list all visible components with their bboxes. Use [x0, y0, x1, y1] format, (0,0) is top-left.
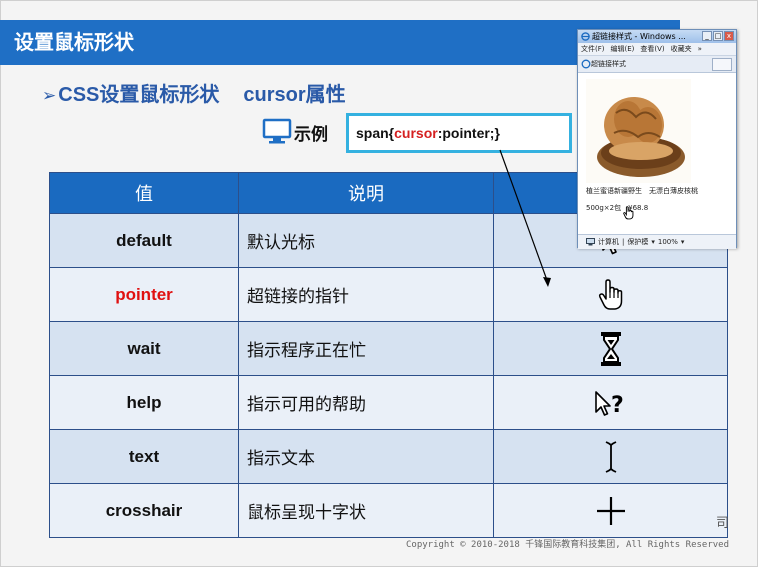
cursor-value: pointer — [49, 267, 239, 322]
subtitle-property: cursor属性 — [243, 84, 346, 106]
browser-statusbar: 计算机 | 保护模 ▾ 100% ▾ — [578, 234, 736, 249]
cursor-value: default — [49, 213, 239, 268]
table-row: wait 指示程序正在忙 — [49, 321, 728, 376]
status-dropdown[interactable]: ▾ — [651, 238, 655, 246]
product-name-link[interactable]: 植兰蜜语新疆野生 无漂白薄皮核桃 — [586, 186, 698, 196]
footer-copyright: Copyright © 2010-2018 千锋国际教育科技集团, All Ri… — [406, 540, 729, 550]
menu-view[interactable]: 查看(V) — [640, 44, 664, 54]
page-icon — [581, 59, 591, 69]
ie-logo-icon — [581, 32, 590, 41]
browser-title: 超链接样式 - Windows ... — [592, 32, 686, 41]
monitor-icon — [262, 118, 292, 144]
code-value: :pointer;} — [437, 125, 500, 141]
cursor-description: 鼠标呈现十字状 — [238, 483, 494, 538]
menu-edit[interactable]: 编辑(E) — [611, 44, 635, 54]
walnut-image — [586, 79, 691, 183]
browser-menubar: 文件(F) 编辑(E) 查看(V) 收藏夹 » — [578, 43, 736, 56]
example-heading: 示例 — [262, 117, 328, 147]
example-label: 示例 — [294, 124, 328, 145]
hourglass-cursor-icon — [600, 331, 621, 366]
maximize-button[interactable]: □ — [713, 31, 723, 41]
subtitle: ➢ CSS设置鼠标形状 cursor属性 — [42, 78, 346, 107]
cursor-description: 超链接的指针 — [238, 267, 494, 322]
cursor-value: text — [49, 429, 239, 484]
table-row: help 指示可用的帮助 ? — [49, 375, 728, 430]
header-value: 值 — [49, 172, 239, 214]
cursor-value: help — [49, 375, 239, 430]
help-cursor-icon: ? — [594, 390, 624, 418]
cursor-description: 指示文本 — [238, 429, 494, 484]
cursor-value: crosshair — [49, 483, 239, 538]
status-zoom[interactable]: 100% — [658, 238, 678, 246]
close-button[interactable]: x — [724, 31, 734, 41]
menu-more[interactable]: » — [698, 45, 702, 53]
crosshair-cursor-icon — [596, 496, 625, 525]
table-row: text 指示文本 — [49, 429, 728, 484]
menu-favorites[interactable]: 收藏夹 — [671, 44, 692, 54]
code-selector: span{ — [356, 125, 395, 141]
subtitle-main: CSS设置鼠标形状 — [58, 84, 220, 106]
status-zone: 计算机 — [598, 238, 619, 246]
browser-tab-label: 超链接样式 — [591, 60, 626, 68]
browser-tab[interactable]: 超链接样式 — [581, 59, 626, 69]
minimize-button[interactable]: _ — [702, 31, 712, 41]
status-protected-mode: 保护模 — [627, 238, 649, 246]
table-row: crosshair 鼠标呈现十字状 — [49, 483, 728, 538]
header-description: 说明 — [238, 172, 494, 214]
text-cursor-icon — [605, 440, 616, 473]
cursor-description: 指示可用的帮助 — [238, 375, 494, 430]
cursor-description: 默认光标 — [238, 213, 494, 268]
table-row: pointer 超链接的指针 — [49, 267, 728, 322]
svg-text:?: ? — [611, 393, 624, 418]
home-button[interactable] — [712, 58, 732, 71]
footer-company: 司 — [716, 516, 730, 531]
code-property: cursor — [394, 125, 438, 141]
browser-content: 植兰蜜语新疆野生 无漂白薄皮核桃 500g×2包 ¥68.8 — [578, 73, 736, 234]
computer-icon — [586, 238, 595, 246]
browser-tabbar: 超链接样式 — [578, 56, 736, 73]
hand-pointer-cursor-icon — [623, 206, 634, 220]
code-example: span{cursor:pointer;} — [346, 113, 572, 153]
cursor-description: 指示程序正在忙 — [238, 321, 494, 376]
product-price: 500g×2包 ¥68.8 — [586, 204, 649, 212]
browser-window: 超链接样式 - Windows ... _ □ x 文件(F) 编辑(E) 查看… — [577, 29, 737, 249]
menu-file[interactable]: 文件(F) — [581, 44, 605, 54]
status-separator: | — [622, 238, 625, 246]
hand-pointer-cursor-icon — [598, 278, 622, 310]
bullet-arrow-icon: ➢ — [42, 86, 57, 105]
browser-titlebar[interactable]: 超链接样式 - Windows ... _ □ x — [578, 30, 736, 43]
zoom-dropdown[interactable]: ▾ — [681, 238, 685, 246]
cursor-value: wait — [49, 321, 239, 376]
